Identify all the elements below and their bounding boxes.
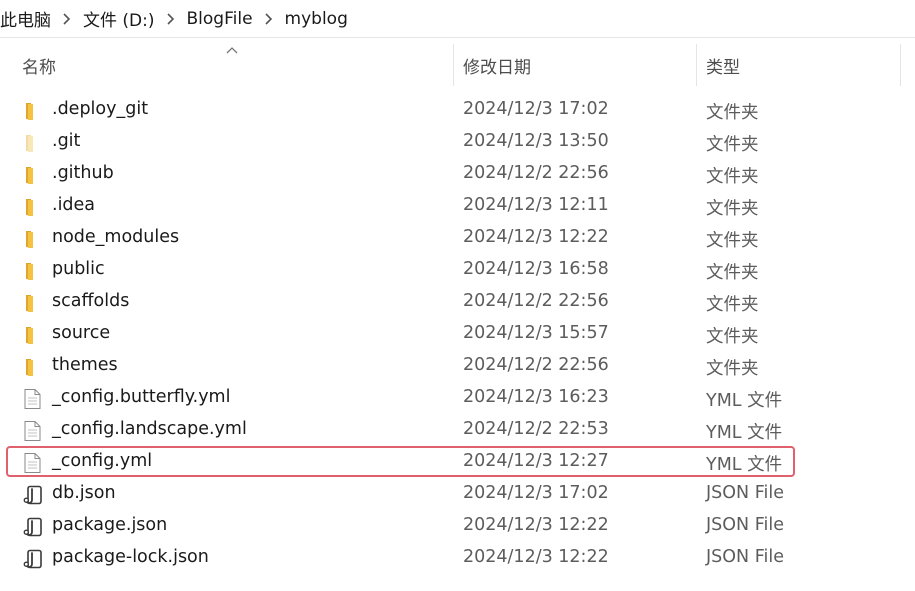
file-modified-date: 2024/12/3 12:22 [463,515,609,535]
file-name[interactable]: package-lock.json [52,547,209,567]
file-modified-date: 2024/12/3 15:57 [463,323,609,343]
folder-icon [22,260,44,282]
file-modified-date: 2024/12/3 12:22 [463,227,609,247]
file-type: 文件夹 [706,103,759,123]
column-divider[interactable] [900,44,901,86]
breadcrumb: 此电脑 文件 (D:) BlogFile myblog [0,0,915,38]
file-row[interactable]: public 2024/12/3 16:58 文件夹 [0,255,915,287]
file-row[interactable]: db.json 2024/12/3 17:02 JSON File [0,479,915,511]
file-modified-date: 2024/12/3 17:02 [463,483,609,503]
file-modified-date: 2024/12/2 22:56 [463,163,609,183]
file-row[interactable]: source 2024/12/3 15:57 文件夹 [0,319,915,351]
file-row[interactable]: _config.landscape.yml 2024/12/2 22:53 YML … [0,415,915,447]
file-type: YML 文件 [706,391,783,411]
file-row[interactable]: package-lock.json 2024/12/3 12:22 JSON Fil… [0,543,915,575]
file-name[interactable]: .idea [52,195,95,215]
file-row[interactable]: .git 2024/12/3 13:50 文件夹 [0,127,915,159]
file-name[interactable]: _config.yml [52,451,152,471]
file-name[interactable]: public [52,259,105,279]
breadcrumb-item-blogfile[interactable]: BlogFile [185,9,255,29]
folder-icon [22,164,44,186]
file-row[interactable]: .github 2024/12/2 22:56 文件夹 [0,159,915,191]
file-name[interactable]: scaffolds [52,291,129,311]
column-header-name[interactable]: 名称 [22,53,56,78]
file-name[interactable]: .github [52,163,114,183]
file-row[interactable]: themes 2024/12/2 22:56 文件夹 [0,351,915,383]
file-type: JSON File [706,483,784,503]
chevron-right-icon[interactable] [53,9,81,29]
file-type: 文件夹 [706,327,759,347]
file-row[interactable]: package.json 2024/12/3 12:22 JSON File [0,511,915,543]
file-row[interactable]: node_modules 2024/12/3 12:22 文件夹 [0,223,915,255]
file-type: YML 文件 [706,455,783,475]
file-row[interactable]: scaffolds 2024/12/2 22:56 文件夹 [0,287,915,319]
file-modified-date: 2024/12/3 16:23 [463,387,609,407]
breadcrumb-item-drive-d[interactable]: 文件 (D:) [81,6,157,31]
breadcrumb-item-myblog[interactable]: myblog [283,9,350,29]
json-file-icon [22,484,44,506]
document-icon [22,388,44,410]
file-name[interactable]: .deploy_git [52,99,148,119]
file-modified-date: 2024/12/3 17:02 [463,99,609,119]
file-row[interactable]: _config.butterfly.yml 2024/12/3 16:23 YML … [0,383,915,415]
file-name[interactable]: _config.landscape.yml [52,419,247,439]
breadcrumb-item-this-pc[interactable]: 此电脑 [0,6,53,31]
file-name[interactable]: db.json [52,483,116,503]
folder-icon [22,196,44,218]
file-row[interactable]: .deploy_git 2024/12/3 17:02 文件夹 [0,95,915,127]
sort-ascending-icon [226,40,238,54]
file-name[interactable]: .git [52,131,80,151]
file-modified-date: 2024/12/2 22:56 [463,355,609,375]
file-modified-date: 2024/12/2 22:56 [463,291,609,311]
file-name[interactable]: _config.butterfly.yml [52,387,230,407]
file-list: .deploy_git 2024/12/3 17:02 文件夹 .git 2024/12… [0,95,915,575]
column-header-type[interactable]: 类型 [706,53,740,78]
folder-icon [22,100,44,122]
column-header-date[interactable]: 修改日期 [463,53,531,78]
file-type: JSON File [706,515,784,535]
file-type: JSON File [706,547,784,567]
file-type: 文件夹 [706,263,759,283]
file-type: 文件夹 [706,231,759,251]
file-type: YML 文件 [706,423,783,443]
column-divider[interactable] [696,44,697,86]
file-modified-date: 2024/12/3 12:22 [463,547,609,567]
file-name[interactable]: node_modules [52,227,179,247]
file-row[interactable]: _config.yml 2024/12/3 12:27 YML 文件 [0,446,915,479]
file-modified-date: 2024/12/2 22:53 [463,419,609,439]
folder-icon [22,292,44,314]
document-icon [22,452,44,474]
json-file-icon [22,516,44,538]
file-name[interactable]: source [52,323,110,343]
document-icon [22,420,44,442]
file-type: 文件夹 [706,167,759,187]
json-file-icon [22,548,44,570]
file-name[interactable]: package.json [52,515,167,535]
file-type: 文件夹 [706,359,759,379]
folder-icon [22,228,44,250]
chevron-right-icon[interactable] [255,9,283,29]
file-modified-date: 2024/12/3 16:58 [463,259,609,279]
folder-icon [22,132,44,154]
file-type: 文件夹 [706,199,759,219]
file-name[interactable]: themes [52,355,118,375]
file-modified-date: 2024/12/3 12:11 [463,195,609,215]
file-modified-date: 2024/12/3 13:50 [463,131,609,151]
file-row[interactable]: .idea 2024/12/3 12:11 文件夹 [0,191,915,223]
file-type: 文件夹 [706,295,759,315]
chevron-right-icon[interactable] [157,9,185,29]
column-header: 名称 修改日期 类型 [0,38,915,94]
file-modified-date: 2024/12/3 12:27 [463,451,609,471]
file-type: 文件夹 [706,135,759,155]
column-divider[interactable] [453,44,454,86]
folder-icon [22,356,44,378]
folder-icon [22,324,44,346]
